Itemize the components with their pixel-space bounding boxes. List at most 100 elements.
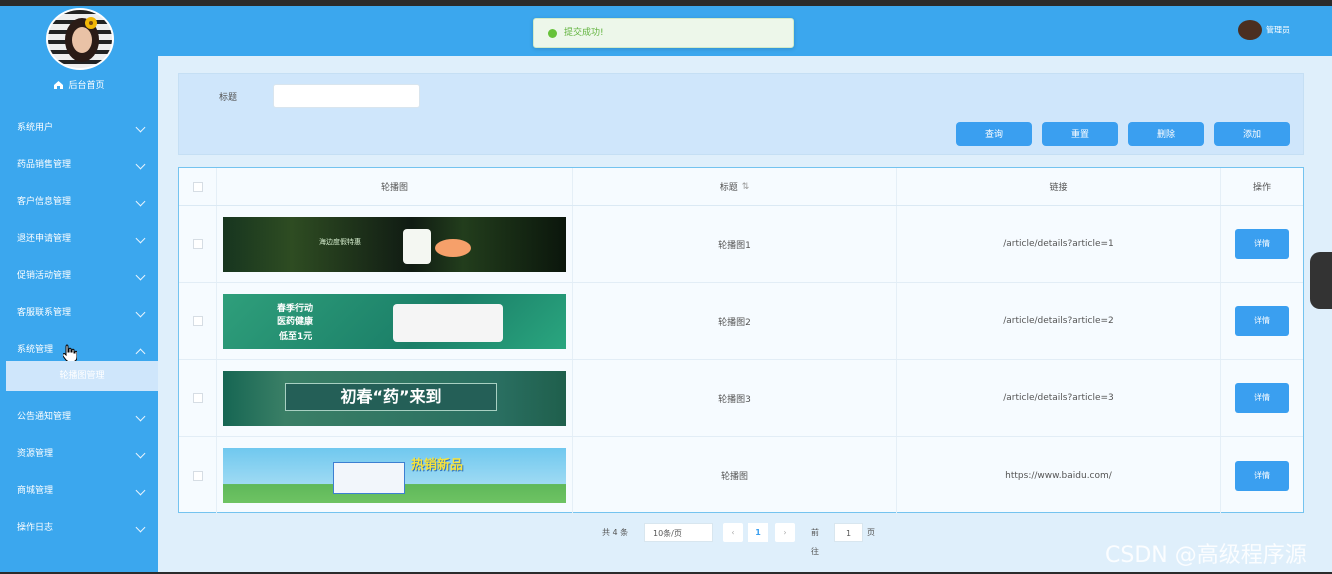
toast-message: 提交成功! [564, 28, 604, 38]
header-title[interactable]: 标题 ⇅ [573, 168, 897, 205]
page-size-select[interactable]: 10条/页 [644, 523, 713, 542]
chevron-up-icon [135, 348, 146, 359]
chevron-down-icon [135, 448, 146, 459]
home-nav-item[interactable]: 后台首页 [0, 78, 158, 98]
prev-page-icon[interactable]: ‹ [723, 523, 743, 542]
sidebar-subitem-carousel-management[interactable]: 轮播图管理 [6, 361, 158, 391]
header-actions: 操作 [1252, 183, 1271, 193]
action-cell: 详情 [1221, 283, 1303, 359]
sidebar-item-mall[interactable]: 商城管理 [0, 473, 158, 510]
sidebar-item-return-requests[interactable]: 退还申请管理 [0, 221, 158, 258]
banner-caption: 春季行动 [277, 303, 314, 314]
header-link: 链接 [897, 168, 1221, 205]
chevron-down-icon [135, 485, 146, 496]
title-cell: 轮播图 [573, 437, 897, 514]
app-window: 后台首页 系统用户 药品销售管理 客户信息管理 退还申请管理 促销活动管理 客服… [0, 6, 1332, 572]
title-search-input[interactable] [273, 84, 420, 108]
row-checkbox[interactable] [192, 470, 203, 481]
sidebar-item-notices[interactable]: 公告通知管理 [0, 399, 158, 436]
query-button[interactable]: 查询 [956, 122, 1032, 146]
admin-label: 管理员 [1266, 25, 1290, 35]
detail-button[interactable]: 详情 [1235, 229, 1289, 259]
sidebar-item-customer-info[interactable]: 客户信息管理 [0, 184, 158, 221]
sidebar-item-promotions[interactable]: 促销活动管理 [0, 258, 158, 295]
detail-button[interactable]: 详情 [1235, 306, 1289, 336]
banner-cell: 海边度假特惠 [217, 206, 573, 282]
chevron-down-icon [135, 159, 146, 170]
sidebar-item-label: 系统管理 [17, 345, 54, 355]
side-panel-handle[interactable] [1310, 252, 1332, 309]
chevron-down-icon [135, 411, 146, 422]
header-banner: 轮播图 [217, 168, 573, 205]
add-button[interactable]: 添加 [1214, 122, 1290, 146]
pagination: 共 4 条 10条/页 ‹ 1 › 前往 1 页 [602, 523, 875, 556]
row-select-cell [179, 206, 217, 282]
banner-caption: 热销新品 [411, 458, 464, 473]
chevron-down-icon [135, 270, 146, 281]
home-icon [53, 80, 64, 90]
sidebar-item-label: 商城管理 [17, 486, 54, 496]
sidebar-item-operation-log[interactable]: 操作日志 [0, 510, 158, 547]
goto-label: 前往 [811, 528, 819, 556]
sidebar-item-label: 公告通知管理 [17, 412, 72, 422]
banner-caption: 海边度假特惠 [319, 237, 361, 246]
detail-button[interactable]: 详情 [1235, 460, 1289, 491]
link-cell: /article/details?article=2 [897, 283, 1221, 359]
select-all-cell [179, 168, 217, 205]
page-number-current[interactable]: 1 [748, 523, 768, 542]
carousel-image: 海边度假特惠 [223, 216, 566, 272]
reset-button[interactable]: 重置 [1042, 122, 1118, 146]
carousel-image: 春季行动 医药健康 低至1元 [223, 293, 566, 349]
admin-user-menu[interactable]: 管理员 [1238, 20, 1290, 40]
sidebar-item-resources[interactable]: 资源管理 [0, 436, 158, 473]
csdn-watermark: CSDN @高级程序源 [1105, 543, 1307, 568]
row-checkbox[interactable] [192, 316, 203, 326]
table-row: 春季行动 医药健康 低至1元 轮播图2 /article/details?art… [179, 283, 1303, 360]
banner-caption: 医药健康 [277, 316, 314, 327]
link-cell: /article/details?article=3 [897, 360, 1221, 436]
search-panel: 标题 查询 重置 删除 添加 [178, 73, 1304, 155]
header-title-label: 标题 [719, 183, 738, 193]
banner-caption: 低至1元 [279, 331, 313, 342]
banner-cell: 热销新品 [217, 437, 573, 514]
carousel-table: 轮播图 标题 ⇅ 链接 操作 海边度假特惠 轮播图1 /article/detai… [178, 167, 1304, 514]
action-cell: 详情 [1221, 206, 1303, 282]
row-select-cell [179, 360, 217, 436]
sidebar-item-label: 系统用户 [17, 123, 54, 133]
delete-button[interactable]: 删除 [1128, 122, 1204, 146]
sidebar-item-label: 退还申请管理 [17, 234, 72, 244]
select-all-checkbox[interactable] [192, 181, 203, 192]
hand-cursor-icon [63, 344, 77, 362]
carousel-image: 初春“药”来到 [223, 370, 566, 426]
chevron-down-icon [135, 196, 146, 207]
table-row: 热销新品 轮播图 https://www.baidu.com/ 详情 [179, 437, 1303, 514]
sidebar-item-customer-service[interactable]: 客服联系管理 [0, 295, 158, 332]
carousel-image: 热销新品 [223, 448, 566, 503]
next-page-icon[interactable]: › [775, 523, 795, 542]
title-cell: 轮播图2 [573, 283, 897, 359]
sidebar-item-drug-sales[interactable]: 药品销售管理 [0, 147, 158, 184]
link-cell: https://www.baidu.com/ [897, 437, 1221, 514]
row-checkbox[interactable] [192, 393, 203, 403]
sidebar-item-system-users[interactable]: 系统用户 [0, 110, 158, 147]
detail-button[interactable]: 详情 [1235, 383, 1289, 413]
table-row: 海边度假特惠 轮播图1 /article/details?article=1 详… [179, 206, 1303, 283]
avatar-photo [48, 10, 112, 68]
sidebar-item-label: 药品销售管理 [17, 160, 72, 170]
table-row: 初春“药”来到 轮播图3 /article/details?article=3 … [179, 360, 1303, 437]
pagination-total: 共 4 条 [602, 528, 629, 537]
banner-cell: 春季行动 医药健康 低至1元 [217, 283, 573, 359]
sidebar: 后台首页 系统用户 药品销售管理 客户信息管理 退还申请管理 促销活动管理 客服… [0, 6, 158, 572]
banner-caption: 初春“药”来到 [285, 382, 497, 411]
title-cell: 轮播图1 [573, 206, 897, 282]
chevron-down-icon [135, 522, 146, 533]
sort-icon[interactable]: ⇅ [742, 182, 750, 192]
admin-avatar [1238, 20, 1262, 40]
home-label: 后台首页 [68, 81, 105, 91]
title-filter-label: 标题 [219, 93, 238, 103]
chevron-down-icon [135, 122, 146, 133]
success-toast: 提交成功! [533, 18, 794, 48]
success-check-icon [548, 29, 557, 38]
row-checkbox[interactable] [192, 239, 203, 249]
goto-page-input[interactable]: 1 [834, 523, 863, 542]
